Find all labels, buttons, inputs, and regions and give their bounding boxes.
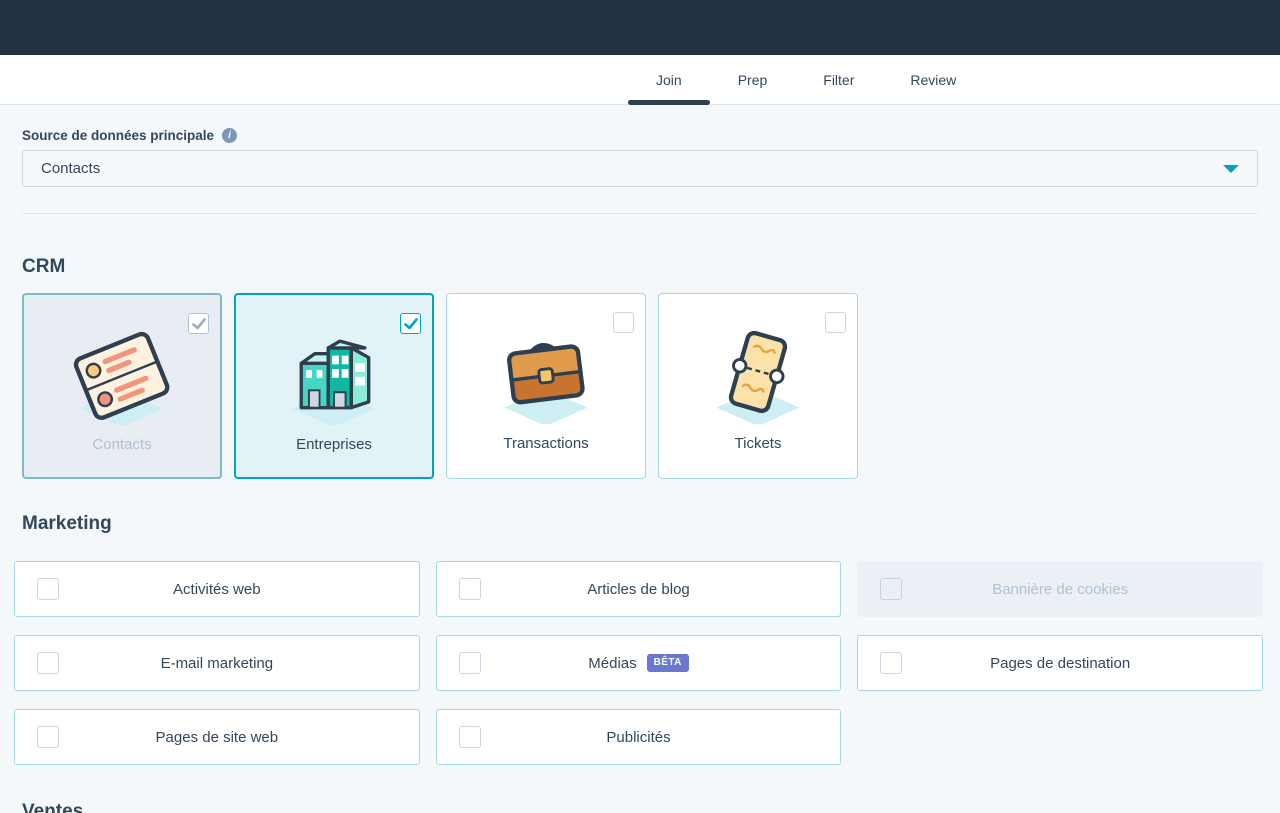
marketing-item-label: Publicités bbox=[606, 729, 670, 746]
checkbox[interactable] bbox=[37, 578, 59, 600]
marketing-item-articles-de-blog[interactable]: Articles de blog bbox=[436, 561, 842, 617]
contacts-icon bbox=[64, 319, 180, 430]
marketing-item-pages-de-site-web[interactable]: Pages de site web bbox=[14, 709, 420, 765]
marketing-item-medias[interactable]: Médias BÊTA bbox=[436, 635, 842, 691]
marketing-item-label: Activités web bbox=[173, 581, 261, 598]
checkbox[interactable] bbox=[459, 652, 481, 674]
step-tab-bar: Join Prep Filter Review bbox=[0, 55, 1280, 105]
primary-source-value: Contacts bbox=[41, 160, 100, 177]
beta-badge: BÊTA bbox=[647, 654, 689, 672]
marketing-item-publicites[interactable]: Publicités bbox=[436, 709, 842, 765]
marketing-section-title: Marketing bbox=[22, 513, 1258, 535]
checkbox[interactable] bbox=[880, 652, 902, 674]
chevron-down-icon bbox=[1223, 165, 1239, 173]
marketing-item-label: E-mail marketing bbox=[161, 655, 274, 672]
step-tabs: Join Prep Filter Review bbox=[628, 55, 984, 104]
crm-card-group: Contacts bbox=[22, 293, 1258, 479]
marketing-item-label: Articles de blog bbox=[587, 581, 690, 598]
top-navigation-bar bbox=[0, 0, 1280, 55]
crm-card-tickets-label: Tickets bbox=[735, 435, 782, 452]
marketing-item-label: Pages de destination bbox=[990, 655, 1130, 672]
crm-card-transactions[interactable]: Transactions bbox=[446, 293, 646, 479]
active-tab-underline bbox=[628, 100, 710, 105]
checkbox[interactable] bbox=[459, 726, 481, 748]
crm-card-contacts-label: Contacts bbox=[92, 436, 151, 453]
crm-card-tickets[interactable]: Tickets bbox=[658, 293, 858, 479]
crm-section-title: CRM bbox=[22, 256, 1258, 278]
tab-review-label: Review bbox=[910, 72, 956, 88]
tab-prep-label: Prep bbox=[738, 72, 768, 88]
tab-filter[interactable]: Filter bbox=[795, 55, 882, 104]
primary-source-select[interactable]: Contacts bbox=[22, 150, 1258, 187]
tab-join[interactable]: Join bbox=[628, 55, 710, 104]
briefcase-icon bbox=[488, 318, 604, 429]
marketing-item-banniere-de-cookies: Bannière de cookies bbox=[857, 561, 1263, 617]
marketing-item-label: Médias bbox=[588, 655, 636, 672]
contacts-checkbox bbox=[188, 313, 209, 334]
info-icon[interactable]: i bbox=[222, 128, 237, 143]
tickets-checkbox[interactable] bbox=[825, 312, 846, 333]
checkbox[interactable] bbox=[37, 652, 59, 674]
marketing-item-email-marketing[interactable]: E-mail marketing bbox=[14, 635, 420, 691]
tab-filter-label: Filter bbox=[823, 72, 854, 88]
transactions-checkbox[interactable] bbox=[613, 312, 634, 333]
main-content: Source de données principale i Contacts … bbox=[0, 128, 1280, 813]
entreprises-checkbox[interactable] bbox=[400, 313, 421, 334]
marketing-item-label: Pages de site web bbox=[156, 729, 279, 746]
marketing-item-label: Bannière de cookies bbox=[992, 581, 1128, 598]
crm-card-transactions-label: Transactions bbox=[503, 435, 588, 452]
checkbox bbox=[880, 578, 902, 600]
tab-review[interactable]: Review bbox=[882, 55, 984, 104]
crm-card-entreprises-label: Entreprises bbox=[296, 436, 372, 453]
crm-card-entreprises[interactable]: Entreprises bbox=[234, 293, 434, 479]
checkbox[interactable] bbox=[37, 726, 59, 748]
marketing-option-grid: Activités web Articles de blog Bannière … bbox=[14, 561, 1263, 765]
marketing-item-activites-web[interactable]: Activités web bbox=[14, 561, 420, 617]
crm-card-contacts[interactable]: Contacts bbox=[22, 293, 222, 479]
ventes-section-title: Ventes bbox=[22, 801, 1258, 813]
tab-prep[interactable]: Prep bbox=[710, 55, 796, 104]
ticket-icon bbox=[700, 318, 816, 429]
companies-icon bbox=[276, 319, 392, 430]
primary-source-label: Source de données principale bbox=[22, 128, 214, 143]
section-divider bbox=[22, 213, 1258, 214]
checkbox[interactable] bbox=[459, 578, 481, 600]
marketing-item-pages-de-destination[interactable]: Pages de destination bbox=[857, 635, 1263, 691]
tab-join-label: Join bbox=[656, 72, 682, 88]
